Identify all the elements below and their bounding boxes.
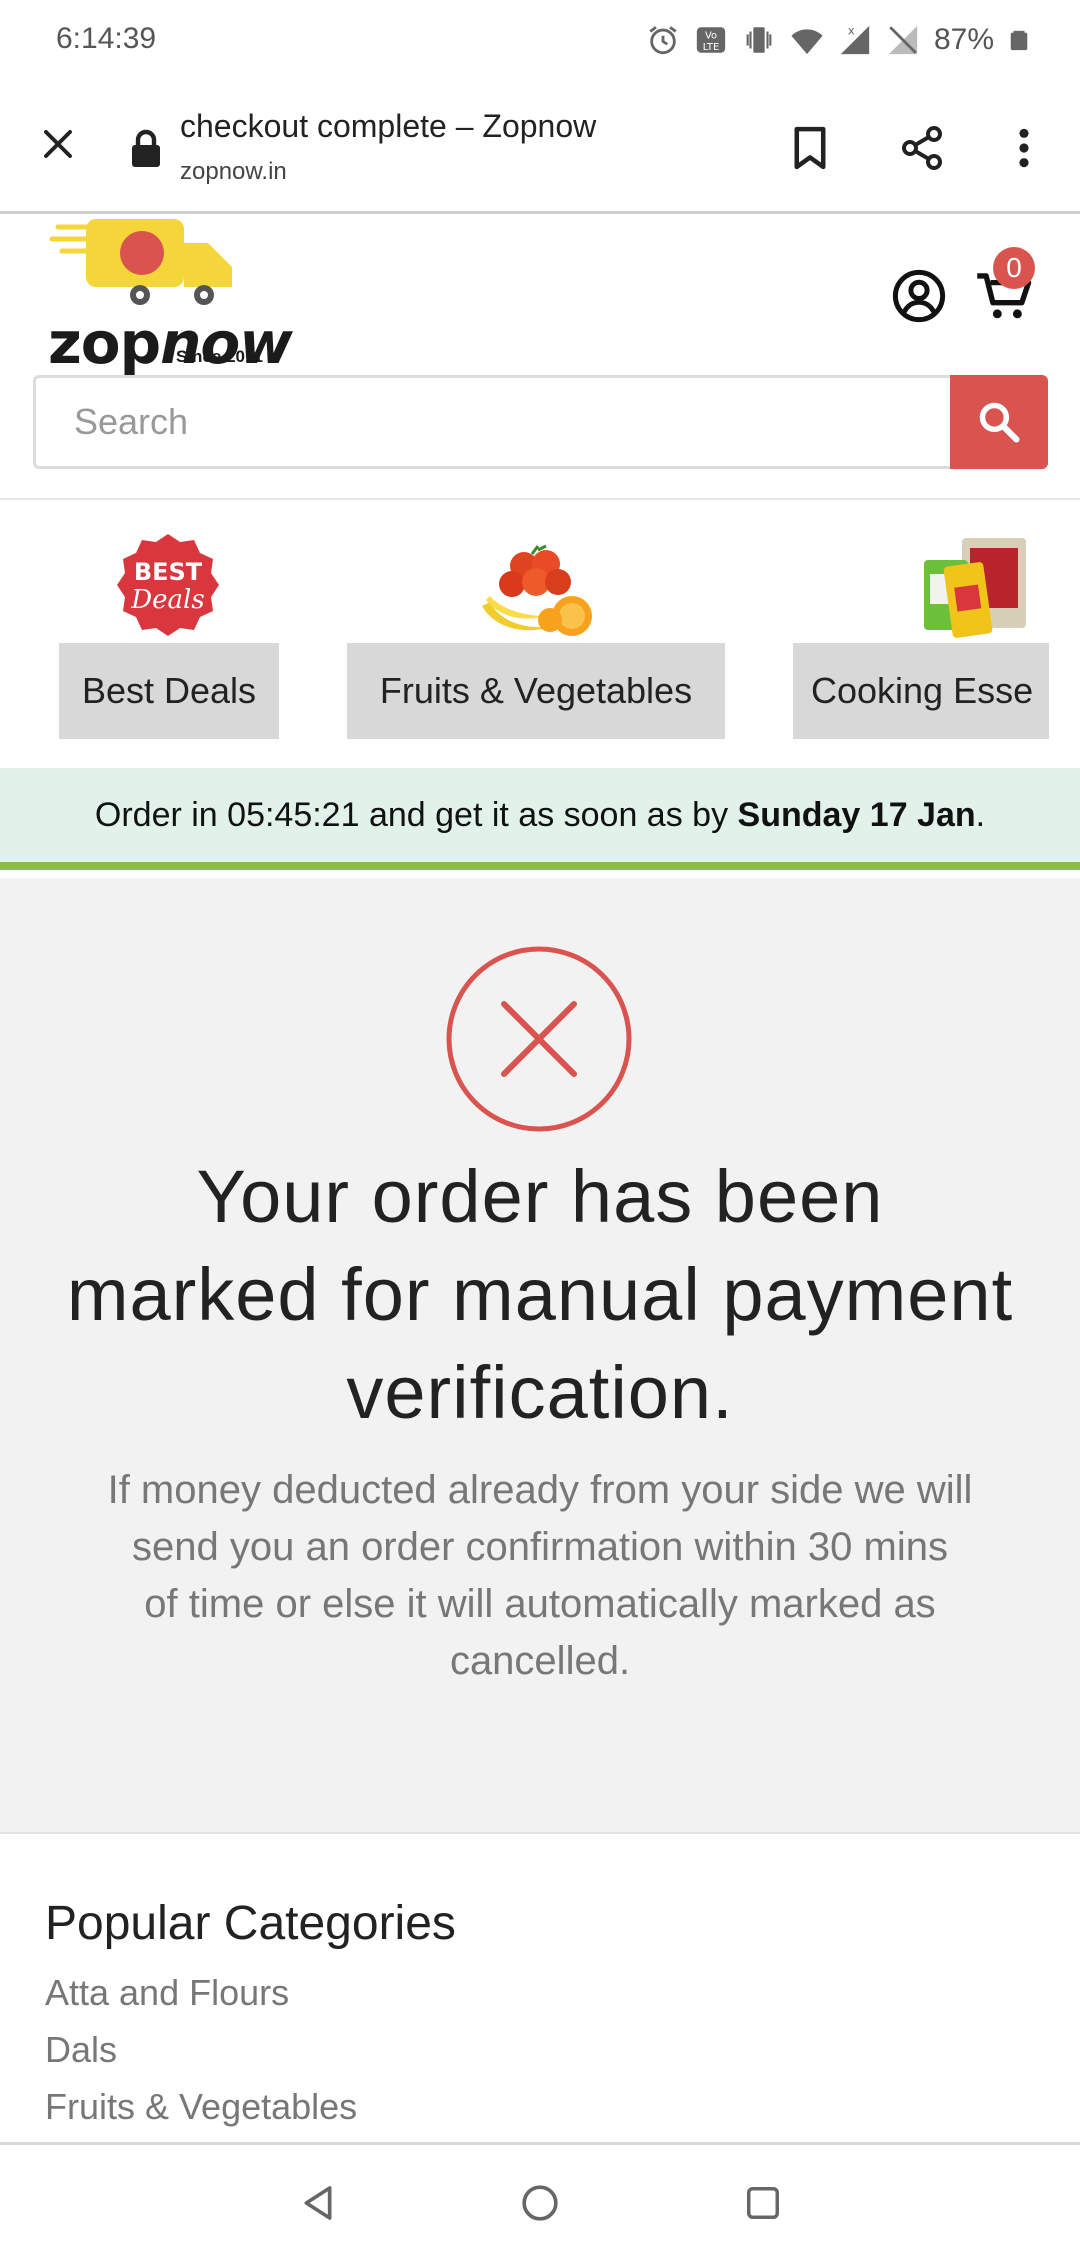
category-label: Fruits & Vegetables: [347, 643, 725, 739]
system-navigation-bar: [0, 2142, 1080, 2260]
best-deals-icon: BEST Deals: [117, 534, 219, 636]
logo-since: Since 2011: [176, 347, 263, 366]
order-status-panel: Your order has been marked for manual pa…: [0, 878, 1080, 1834]
popular-categories-title: Popular Categories: [45, 1897, 456, 1950]
lock-icon: [132, 129, 160, 167]
description-line-1: If money deducted already from your side…: [107, 1468, 973, 1569]
nav-recents-button[interactable]: [733, 2173, 793, 2233]
svg-text:Deals: Deals: [130, 585, 204, 615]
nav-back-button[interactable]: [288, 2173, 348, 2233]
back-triangle-icon: [304, 2186, 332, 2220]
site-header: zopnow Since 2011 0: [0, 217, 1080, 500]
page-title[interactable]: checkout complete – Zopnow: [180, 108, 596, 145]
delivery-eta-banner: Order in 05:45:21 and get it as soon as …: [0, 768, 1080, 870]
zopnow-logo[interactable]: zopnow Since 2011: [44, 217, 293, 377]
svg-text:LTE: LTE: [703, 42, 719, 53]
share-button[interactable]: [894, 120, 950, 176]
order-status-description: If money deducted already from your side…: [70, 1462, 1010, 1690]
signal-icon: x: [840, 23, 870, 55]
failure-x-circle-icon: [446, 946, 632, 1132]
popular-category-link[interactable]: Dals: [45, 2021, 357, 2078]
search-button[interactable]: [950, 375, 1048, 469]
popular-categories: Popular Categories Atta and Flours Dals …: [0, 1836, 1080, 2142]
close-icon: [44, 130, 72, 158]
status-time: 6:14:39: [56, 22, 157, 55]
popular-category-link[interactable]: Fruits & Vegetables: [45, 2078, 357, 2135]
browser-toolbar: checkout complete – Zopnow zopnow.in: [0, 80, 1080, 214]
popular-categories-list: Atta and Flours Dals Fruits & Vegetables: [45, 1964, 357, 2135]
category-cooking-essentials[interactable]: Cooking Esse: [780, 500, 1080, 768]
cart-count-badge: 0: [993, 247, 1035, 289]
recents-square-icon: [747, 2187, 779, 2219]
home-circle-icon: [522, 2185, 558, 2221]
svg-text:Vo: Vo: [705, 31, 717, 42]
alarm-icon: [649, 26, 677, 55]
account-icon[interactable]: [892, 269, 946, 323]
category-fruits-vegetables[interactable]: Fruits & Vegetables: [300, 500, 780, 768]
status-bar: 6:14:39 Vo LTE x 87%: [0, 0, 1080, 80]
page-domain[interactable]: zopnow.in: [180, 158, 287, 186]
popular-category-link[interactable]: Atta and Flours: [45, 1964, 357, 2021]
fruits-vegetables-icon: [482, 544, 592, 636]
svg-text:x: x: [848, 23, 855, 37]
category-label: Cooking Esse: [793, 643, 1049, 739]
svg-text:BEST: BEST: [134, 558, 203, 586]
banner-text: Order in 05:45:21 and get it as soon as …: [94, 795, 738, 834]
delivery-truck-icon: [49, 219, 232, 305]
wifi-icon: [791, 29, 823, 55]
close-tab-button[interactable]: [30, 116, 86, 172]
no-signal-icon: [888, 25, 918, 55]
category-carousel: BEST Deals Best Deals Fruits & Vegetable…: [0, 500, 1080, 768]
share-icon: [902, 126, 942, 170]
bookmark-button[interactable]: [786, 120, 834, 176]
bookmark-icon: [794, 126, 826, 170]
description-line-2: of time or else it will automatically ma…: [144, 1582, 936, 1683]
search-input[interactable]: [36, 378, 950, 466]
banner-suffix: .: [975, 795, 986, 834]
banner-delivery-date: Sunday 17 Jan: [737, 795, 976, 834]
category-label: Best Deals: [59, 643, 279, 739]
browser-menu-button[interactable]: [1000, 120, 1048, 176]
search-box: [33, 375, 950, 469]
category-best-deals[interactable]: BEST Deals Best Deals: [0, 500, 300, 768]
cooking-essentials-icon: [924, 538, 1026, 638]
status-icons: Vo LTE x 87%: [646, 18, 1030, 62]
volte-icon: VoLTE: [696, 27, 726, 53]
nav-home-button[interactable]: [510, 2173, 570, 2233]
battery-percent: 87%: [933, 23, 994, 56]
more-vert-icon: [1019, 128, 1029, 168]
battery-icon: [1010, 30, 1028, 51]
vibrate-icon: [746, 27, 772, 53]
search-icon: [979, 402, 1020, 443]
order-status-heading: Your order has been marked for manual pa…: [66, 1155, 1014, 1434]
